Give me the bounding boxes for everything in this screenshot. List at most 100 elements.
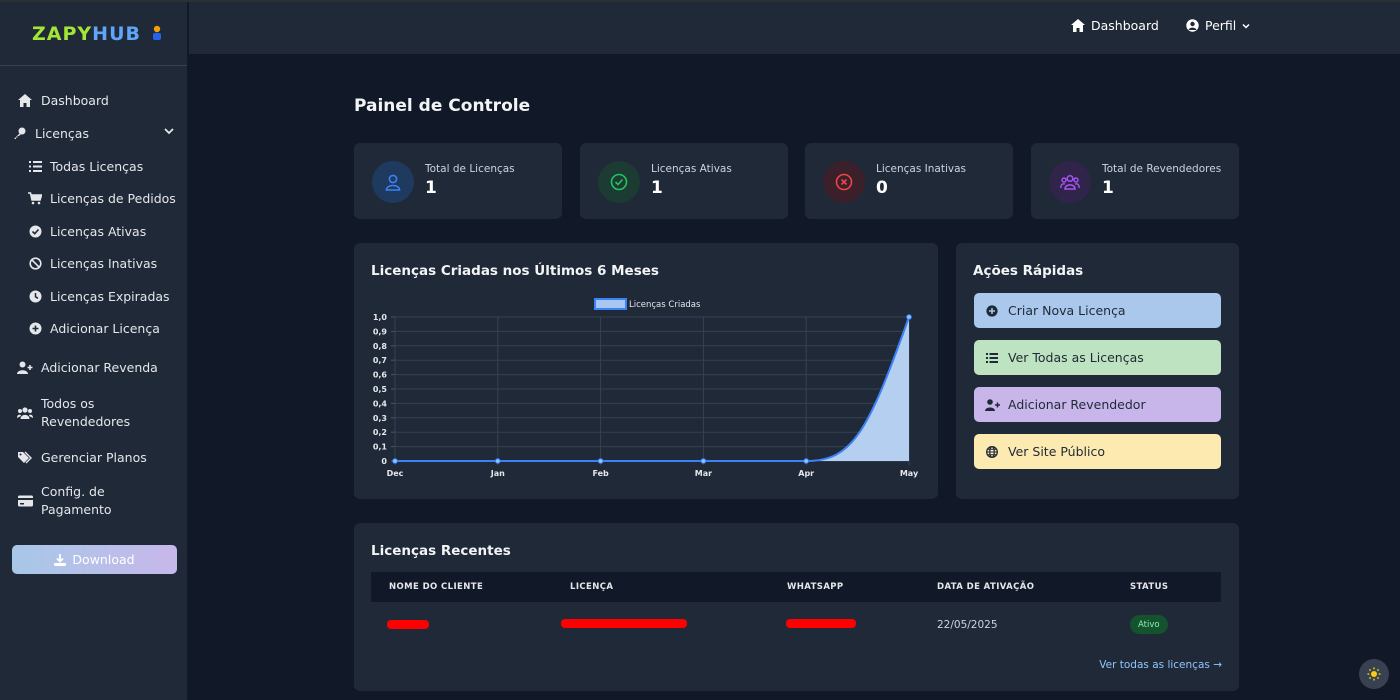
- y-tick-label: 0: [381, 457, 387, 466]
- x-tick-label: May: [900, 469, 919, 478]
- recent-licenses-card: Licenças Recentes NOME DO CLIENTE LICENÇ…: [354, 523, 1239, 691]
- sidebar-item-label: Licenças Expiradas: [50, 288, 170, 304]
- column-header: DATA DE ATIVAÇÃO: [937, 582, 1035, 592]
- logo-text-part1: ZAPY: [32, 22, 93, 45]
- stat-card-licencas-inativas: Licenças Inativas 0: [805, 143, 1013, 219]
- sidebar-item-config-pagamento[interactable]: Config. de Pagamento: [0, 477, 187, 525]
- stat-label: Licenças Ativas: [651, 163, 732, 175]
- data-point[interactable]: [495, 458, 501, 464]
- column-header: LICENÇA: [570, 582, 614, 592]
- profile-dropdown[interactable]: Perfil: [1186, 18, 1251, 33]
- sidebar-item-licencas[interactable]: Licenças: [0, 116, 187, 150]
- sidebar-item-label: Adicionar Licença: [50, 321, 160, 337]
- x-circle-icon: [823, 161, 865, 203]
- stat-value: 1: [1102, 178, 1114, 198]
- y-tick-label: 0,3: [373, 414, 387, 423]
- y-tick-label: 0,6: [373, 371, 388, 380]
- home-icon: [1071, 19, 1085, 32]
- column-header: WHATSAPP: [787, 582, 844, 592]
- data-point[interactable]: [597, 458, 604, 464]
- clock-icon: [28, 289, 42, 303]
- legend-label: Licenças Criadas: [629, 300, 701, 310]
- tags-icon: [17, 449, 33, 465]
- x-tick-label: Jan: [490, 469, 505, 478]
- sidebar-item-gerenciar-planos[interactable]: Gerenciar Planos: [0, 437, 187, 477]
- stat-card-licencas-ativas: Licenças Ativas 1: [580, 143, 788, 219]
- data-point[interactable]: [906, 314, 912, 320]
- status-badge: Ativo: [1130, 615, 1168, 634]
- home-icon: [17, 92, 33, 108]
- stat-value: 1: [651, 178, 663, 198]
- plus-circle-icon: [28, 322, 42, 336]
- sidebar-item-licencas-inativas[interactable]: Licenças Inativas: [0, 248, 187, 281]
- stat-label: Total de Licenças: [425, 163, 515, 175]
- y-tick-label: 0,9: [373, 327, 388, 336]
- stat-card-total-licencas: Total de Licenças 1: [354, 143, 562, 219]
- sidebar-item-todas-licencas[interactable]: Todas Licenças: [0, 150, 187, 183]
- stat-value: 1: [425, 178, 437, 198]
- users-icon: [17, 405, 33, 421]
- profile-label: Perfil: [1205, 18, 1237, 33]
- sidebar-item-label: Todas Licenças: [50, 158, 144, 174]
- sidebar-item-adicionar-revenda[interactable]: Adicionar Revenda: [0, 345, 187, 389]
- theme-toggle-button[interactable]: [1359, 659, 1389, 689]
- x-tick-label: Dec: [387, 469, 404, 478]
- y-tick-label: 0,4: [373, 399, 388, 408]
- sidebar-item-adicionar-licenca[interactable]: Adicionar Licença: [0, 313, 187, 346]
- chart-card: Licenças Criadas nos Últimos 6 Meses 1,0…: [354, 243, 938, 499]
- page-title: Painel de Controle: [354, 96, 531, 116]
- button-label: Ver Site Público: [1008, 444, 1105, 459]
- user-icon: [372, 161, 414, 203]
- logo-text-part2: HUB: [92, 22, 141, 45]
- x-tick-label: Feb: [592, 469, 609, 478]
- sidebar-item-dashboard[interactable]: Dashboard: [0, 84, 187, 116]
- redacted-client-name: [387, 620, 429, 629]
- quick-actions-card: Ações Rápidas Criar Nova Licença Ver Tod…: [956, 243, 1239, 499]
- stat-label: Licenças Inativas: [876, 163, 967, 175]
- chevron-down-icon: [1242, 23, 1250, 29]
- y-tick-label: 0,8: [373, 342, 388, 351]
- user-plus-icon: [984, 398, 1000, 411]
- list-icon: [28, 159, 42, 173]
- view-all-licenses-link[interactable]: Ver todas as licenças →: [1099, 659, 1222, 671]
- sidebar-item-todos-revendedores[interactable]: Todos os Revendedores: [0, 389, 187, 437]
- topbar-dashboard-link[interactable]: Dashboard: [1071, 18, 1159, 33]
- sidebar-item-label: Licenças Inativas: [50, 256, 158, 272]
- stat-value: 0: [876, 178, 888, 198]
- activation-date: 22/05/2025: [937, 619, 998, 631]
- sidebar-item-label: Adicionar Revenda: [41, 359, 158, 375]
- sidebar-item-label: Gerenciar Planos: [41, 449, 147, 465]
- add-reseller-button[interactable]: Adicionar Revendedor: [974, 387, 1221, 422]
- sidebar-item-label: Todos os Revendedores: [41, 395, 130, 431]
- redacted-license-key: [561, 619, 687, 628]
- list-icon: [984, 352, 1000, 363]
- sidebar-item-licencas-pedidos[interactable]: Licenças de Pedidos: [0, 183, 187, 216]
- y-tick-label: 0,5: [373, 385, 388, 394]
- download-button[interactable]: Download: [12, 545, 177, 574]
- x-tick-label: Mar: [695, 469, 712, 478]
- sidebar-item-label: Licenças de Pedidos: [50, 191, 176, 207]
- button-label: Ver Todas as Licenças: [1008, 350, 1144, 365]
- sidebar-item-label: Licenças Ativas: [50, 223, 147, 239]
- create-license-button[interactable]: Criar Nova Licença: [974, 293, 1221, 328]
- check-circle-icon: [598, 161, 640, 203]
- data-point[interactable]: [700, 458, 707, 464]
- view-all-licenses-button[interactable]: Ver Todas as Licenças: [974, 340, 1221, 375]
- logo-area: ZAPYHUB: [0, 2, 187, 66]
- licenses-chart: 1,0 0,9 0,8 0,7 0,6 0,5 0,4 0,3 0,2 0,1 0 Dec Jan Fe…: [373, 298, 919, 478]
- data-point[interactable]: [392, 458, 398, 464]
- sidebar: ZAPYHUB Dashboard Licenças Todas Licença…: [0, 2, 188, 700]
- chart-legend[interactable]: Licenças Criadas: [594, 298, 701, 310]
- sidebar-item-licencas-ativas[interactable]: Licenças Ativas: [0, 215, 187, 248]
- user-circle-icon: [1186, 19, 1199, 32]
- data-point[interactable]: [803, 458, 810, 464]
- plus-circle-icon: [984, 304, 1000, 317]
- credit-card-icon: [17, 493, 33, 509]
- download-button-label: Download: [72, 552, 135, 567]
- globe-icon: [984, 445, 1000, 458]
- view-public-site-button[interactable]: Ver Site Público: [974, 434, 1221, 469]
- ban-icon: [28, 257, 42, 271]
- logo[interactable]: ZAPYHUB: [32, 23, 163, 45]
- sidebar-item-licencas-expiradas[interactable]: Licenças Expiradas: [0, 280, 187, 313]
- check-circle-icon: [28, 224, 42, 238]
